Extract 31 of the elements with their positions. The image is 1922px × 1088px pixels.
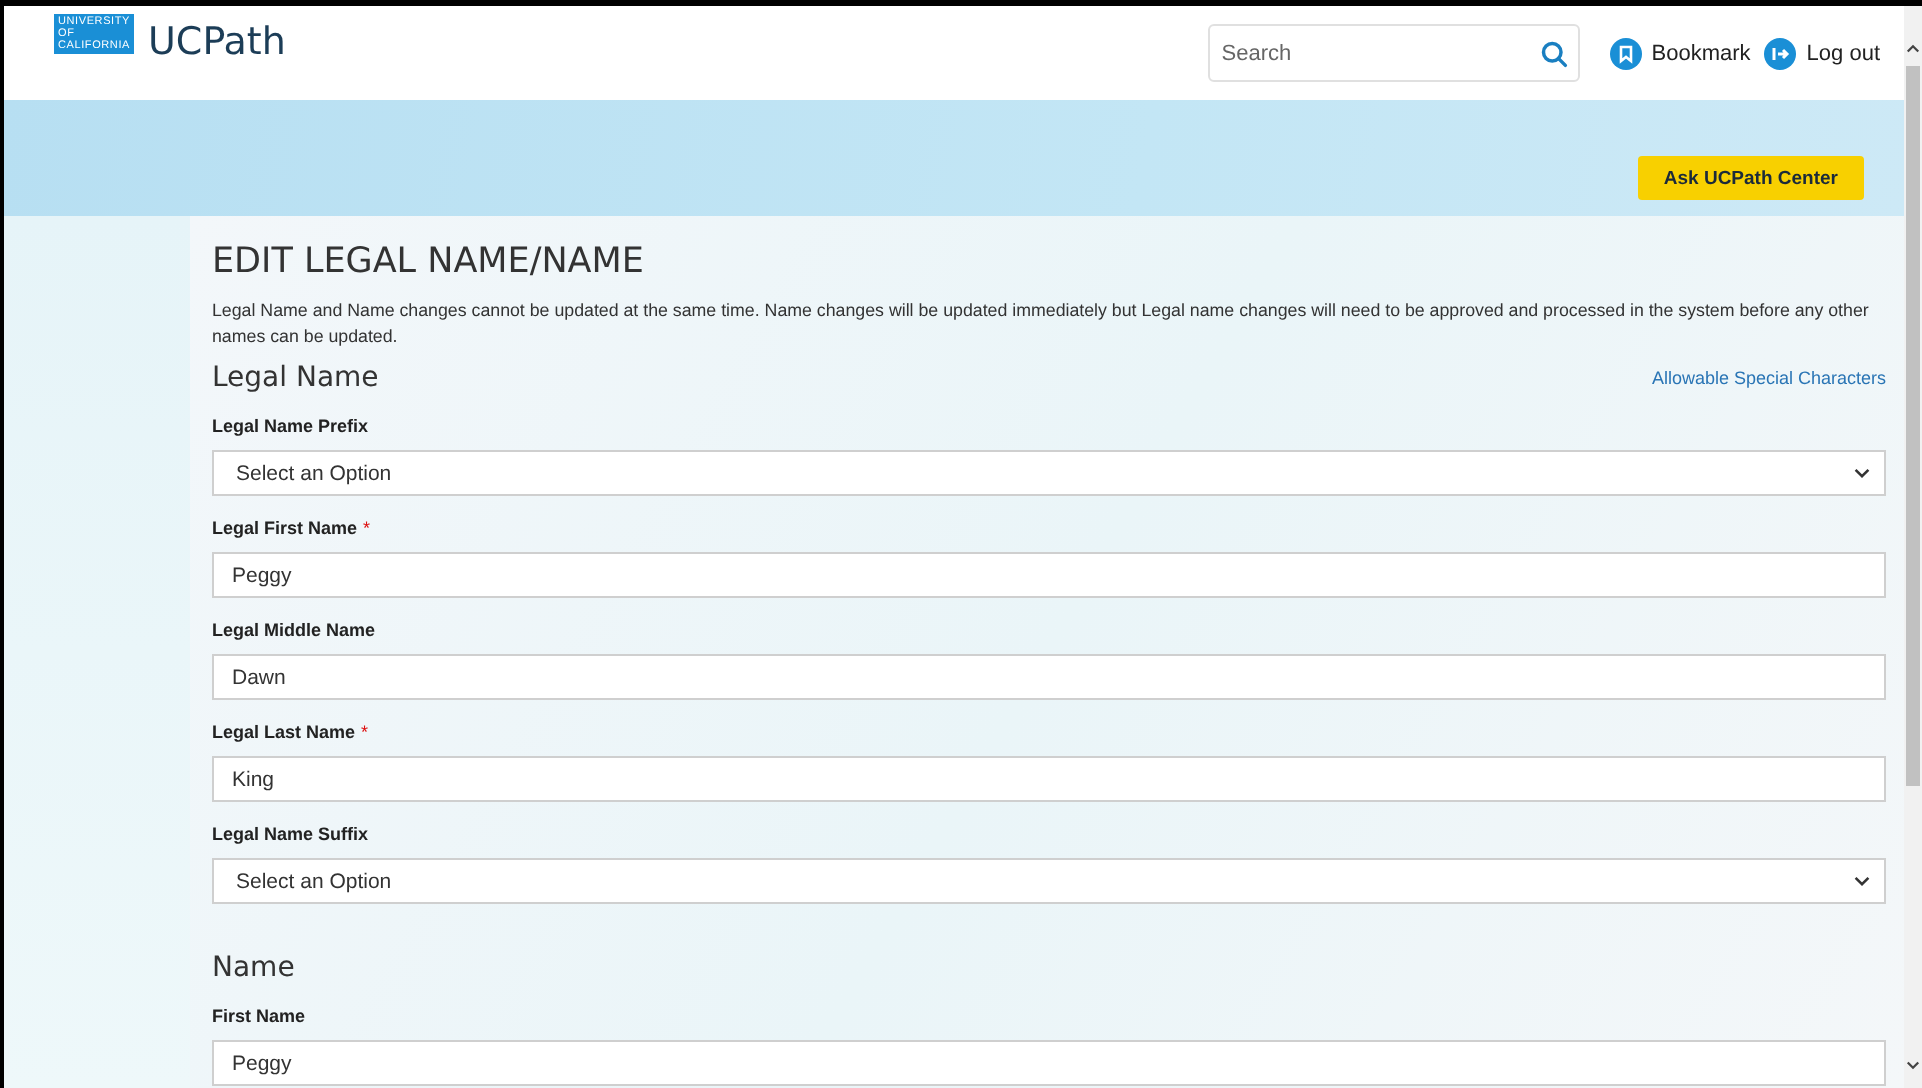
section-heading: Legal Name — [212, 362, 379, 394]
scroll-up-icon[interactable] — [1906, 42, 1920, 54]
text-field[interactable]: Peggy — [212, 552, 1886, 598]
header-link[interactable]: Log out — [1806, 41, 1880, 65]
search-icon[interactable] — [1539, 40, 1568, 68]
select-field[interactable]: Select an Option — [212, 450, 1886, 496]
text-field[interactable]: King — [212, 756, 1886, 802]
field-label: Legal First Name — [212, 518, 358, 538]
required-mark: * — [361, 722, 369, 742]
field-label: Legal Last Name — [212, 722, 356, 742]
caret-icon — [1854, 468, 1870, 478]
field-label: Legal Name Suffix — [212, 824, 369, 844]
page-title: EDIT LEGAL NAME/NAME — [212, 242, 646, 282]
scroll-down-icon[interactable] — [1906, 1060, 1920, 1072]
header-link[interactable]: Bookmark — [1651, 41, 1751, 65]
intro-text: Legal Name and Name changes cannot be updated at the same time. Name changes will be updated immediately but Legal name changes will need to be approved and processed in the system before any other names can be updated. — [212, 298, 1871, 350]
logout-icon[interactable] — [1764, 37, 1797, 69]
required-mark: * — [363, 518, 371, 538]
text-field[interactable]: Dawn — [212, 654, 1886, 700]
caret-icon — [1854, 876, 1870, 886]
text-field[interactable]: Peggy — [212, 1040, 1886, 1086]
field-label: Legal Middle Name — [212, 620, 376, 640]
select-field[interactable]: Select an Option — [212, 858, 1886, 904]
section-heading: Name — [212, 952, 295, 984]
special-characters-link[interactable]: Allowable Special Characters — [1651, 368, 1886, 388]
app-name: UCPath — [148, 20, 286, 64]
bookmark-icon[interactable] — [1609, 37, 1642, 69]
search-field[interactable]: Search — [1207, 24, 1580, 82]
field-label: Legal Name Prefix — [212, 416, 369, 436]
field-label: First Name — [212, 1006, 306, 1026]
ask-center-button[interactable]: Ask UCPath Center — [1637, 156, 1864, 200]
